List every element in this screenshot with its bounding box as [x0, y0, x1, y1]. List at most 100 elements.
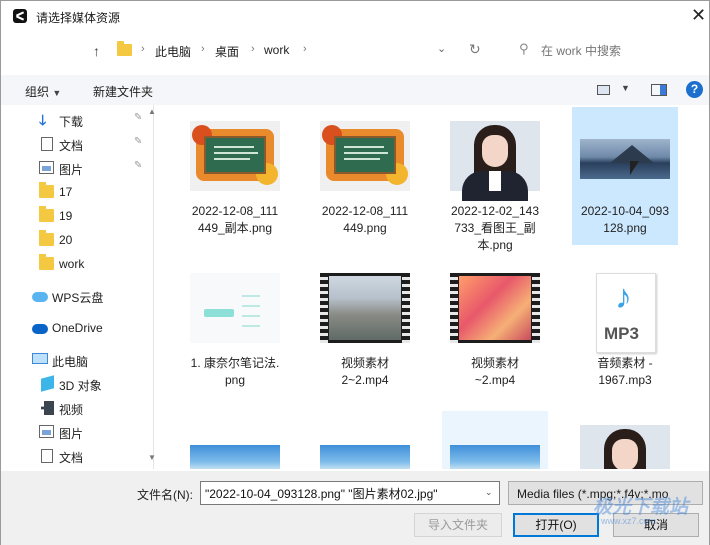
document-icon: [41, 137, 53, 151]
file-item[interactable]: 1. 康奈尔笔记法. png: [182, 259, 288, 397]
sidebar-item-videos[interactable]: 视频: [1, 397, 151, 419]
folder-icon: [117, 41, 132, 56]
image-thumbnail: [450, 121, 540, 201]
watermark-logo: 极光下载站: [593, 497, 689, 518]
breadcrumb-separator[interactable]: ›: [251, 43, 255, 55]
new-folder-button[interactable]: 新建文件夹: [93, 83, 153, 100]
content-scrollbar[interactable]: [693, 105, 707, 469]
file-name: 2022-10-04_093 128.png: [580, 204, 670, 235]
close-button[interactable]: ✕: [691, 5, 706, 26]
breadcrumb-work[interactable]: work: [264, 43, 289, 57]
audio-file-icon: ♪ MP3: [580, 273, 670, 353]
folder-icon: [39, 230, 54, 246]
title-bar: 请选择媒体资源 ✕: [1, 1, 709, 31]
file-item[interactable]: 视频素材 ~2.mp4: [442, 259, 548, 397]
sidebar-item-3d-objects[interactable]: 3D 对象: [1, 373, 151, 395]
sidebar-item-documents-2[interactable]: 文档: [1, 445, 151, 467]
import-folder-button[interactable]: 导入文件夹: [414, 513, 502, 537]
file-item[interactable]: ♪ MP3 音频素材 -1967.mp3: [572, 259, 678, 397]
refresh-icon[interactable]: ↻: [469, 41, 481, 58]
dialog-footer: 文件名(N): ⌄ Media files (*.mpg;*.f4v;*.mo …: [1, 471, 709, 545]
search-input[interactable]: [541, 41, 701, 61]
wps-cloud-icon: [32, 292, 48, 302]
sidebar-item-label: 20: [59, 233, 73, 247]
sidebar-item-onedrive[interactable]: OneDrive: [1, 317, 151, 339]
file-item[interactable]: [312, 411, 418, 469]
address-bar: ↑ › 此电脑 › 桌面 › work › ⌄ ↻ ⚲: [1, 35, 709, 71]
sidebar-item-label: WPS云盘: [52, 291, 104, 305]
sidebar-item-folder-20[interactable]: 20: [1, 229, 151, 251]
file-name: 2022-12-08_111 449.png: [321, 204, 409, 235]
mp3-badge: MP3: [604, 324, 639, 343]
file-list: 2022-12-08_111 449_副本.png 2022-12-08_111 4…: [166, 105, 709, 469]
file-name: 2022-12-02_143 733_看图王_副 本.png: [450, 204, 540, 252]
search-icon: ⚲: [519, 41, 529, 56]
view-mode-icon[interactable]: [597, 85, 610, 95]
sidebar-item-documents[interactable]: 文档 ✎: [1, 133, 151, 155]
document-icon: [41, 449, 53, 463]
sidebar-item-this-pc[interactable]: 此电脑: [1, 349, 151, 371]
organize-menu[interactable]: 组织 ▼: [25, 83, 61, 100]
file-item[interactable]: [442, 411, 548, 469]
file-item[interactable]: [572, 411, 678, 469]
navigation-pane: 🡓 下载 ✎ 文档 ✎ 图片 ✎ 17 19 20 work WPS云盘 One…: [1, 105, 154, 469]
pin-icon[interactable]: ✎: [134, 112, 142, 123]
pin-icon[interactable]: ✎: [134, 160, 142, 171]
up-arrow-icon[interactable]: ↑: [93, 43, 100, 59]
pin-icon[interactable]: ✎: [134, 136, 142, 147]
sidebar-item-label: 文档: [59, 451, 84, 465]
watermark-url: www.xz7.com: [601, 516, 657, 526]
mouse-pointer-icon: [630, 161, 639, 175]
image-thumbnail: [450, 445, 540, 469]
image-thumbnail: [190, 121, 280, 191]
sidebar-item-label: 视频: [59, 403, 84, 417]
breadcrumb-separator[interactable]: ›: [201, 43, 205, 55]
capcut-app-icon: [13, 9, 27, 23]
dropdown-caret-icon: ▼: [52, 88, 62, 98]
sidebar-item-folder-19[interactable]: 19: [1, 205, 151, 227]
open-button[interactable]: 打开(O): [513, 513, 599, 537]
sidebar-item-pictures-2[interactable]: 图片: [1, 421, 151, 443]
breadcrumb-this-pc[interactable]: 此电脑: [155, 43, 191, 60]
sidebar-item-folder-work[interactable]: work: [1, 253, 151, 275]
sidebar-item-label: 图片: [59, 163, 84, 177]
folder-icon: [39, 206, 54, 222]
download-icon: 🡓: [39, 112, 47, 128]
scroll-down-arrow-icon[interactable]: ▼: [148, 453, 156, 462]
sidebar-item-label: 17: [59, 185, 73, 199]
breadcrumb-desktop[interactable]: 桌面: [215, 43, 239, 60]
preview-pane-icon[interactable]: [651, 84, 667, 96]
help-icon[interactable]: ?: [686, 81, 703, 98]
file-name: 1. 康奈尔笔记法. png: [190, 356, 280, 387]
breadcrumb-separator[interactable]: ›: [141, 43, 145, 55]
file-item[interactable]: 视频素材 2~2.mp4: [312, 259, 418, 397]
file-item-selected[interactable]: 2022-10-04_093 128.png: [572, 107, 678, 245]
file-item[interactable]: 2022-12-08_111 449.png: [312, 107, 418, 245]
file-item[interactable]: 2022-12-02_143 733_看图王_副 本.png: [442, 107, 548, 252]
chevron-down-icon[interactable]: ⌄: [437, 42, 446, 55]
sidebar-item-pictures[interactable]: 图片 ✎: [1, 157, 151, 179]
sidebar-item-label: 下载: [59, 115, 84, 129]
breadcrumb-separator[interactable]: ›: [303, 43, 307, 55]
sidebar-item-folder-17[interactable]: 17: [1, 181, 151, 203]
scroll-up-arrow-icon[interactable]: ▲: [148, 107, 156, 116]
sidebar-item-downloads[interactable]: 🡓 下载 ✎: [1, 109, 151, 131]
folder-icon: [39, 254, 54, 270]
image-thumbnail: [320, 445, 410, 469]
onedrive-icon: [32, 324, 48, 334]
picture-icon: [39, 425, 54, 438]
file-item[interactable]: 2022-12-08_111 449_副本.png: [182, 107, 288, 245]
sidebar-item-label: work: [59, 257, 85, 271]
image-thumbnail: [320, 121, 410, 191]
image-thumbnail: [580, 425, 670, 469]
file-item[interactable]: [182, 411, 288, 469]
filename-input[interactable]: [200, 481, 500, 505]
dropdown-caret-icon[interactable]: ▼: [621, 83, 630, 93]
chevron-down-icon[interactable]: ⌄: [485, 487, 493, 498]
file-name: 音频素材 -1967.mp3: [597, 356, 653, 387]
computer-icon: [32, 353, 48, 364]
music-note-icon: ♪: [615, 278, 632, 316]
sidebar-item-wps-cloud[interactable]: WPS云盘: [1, 285, 151, 307]
sidebar-item-label: 19: [59, 209, 73, 223]
sidebar-item-label: OneDrive: [52, 321, 103, 335]
